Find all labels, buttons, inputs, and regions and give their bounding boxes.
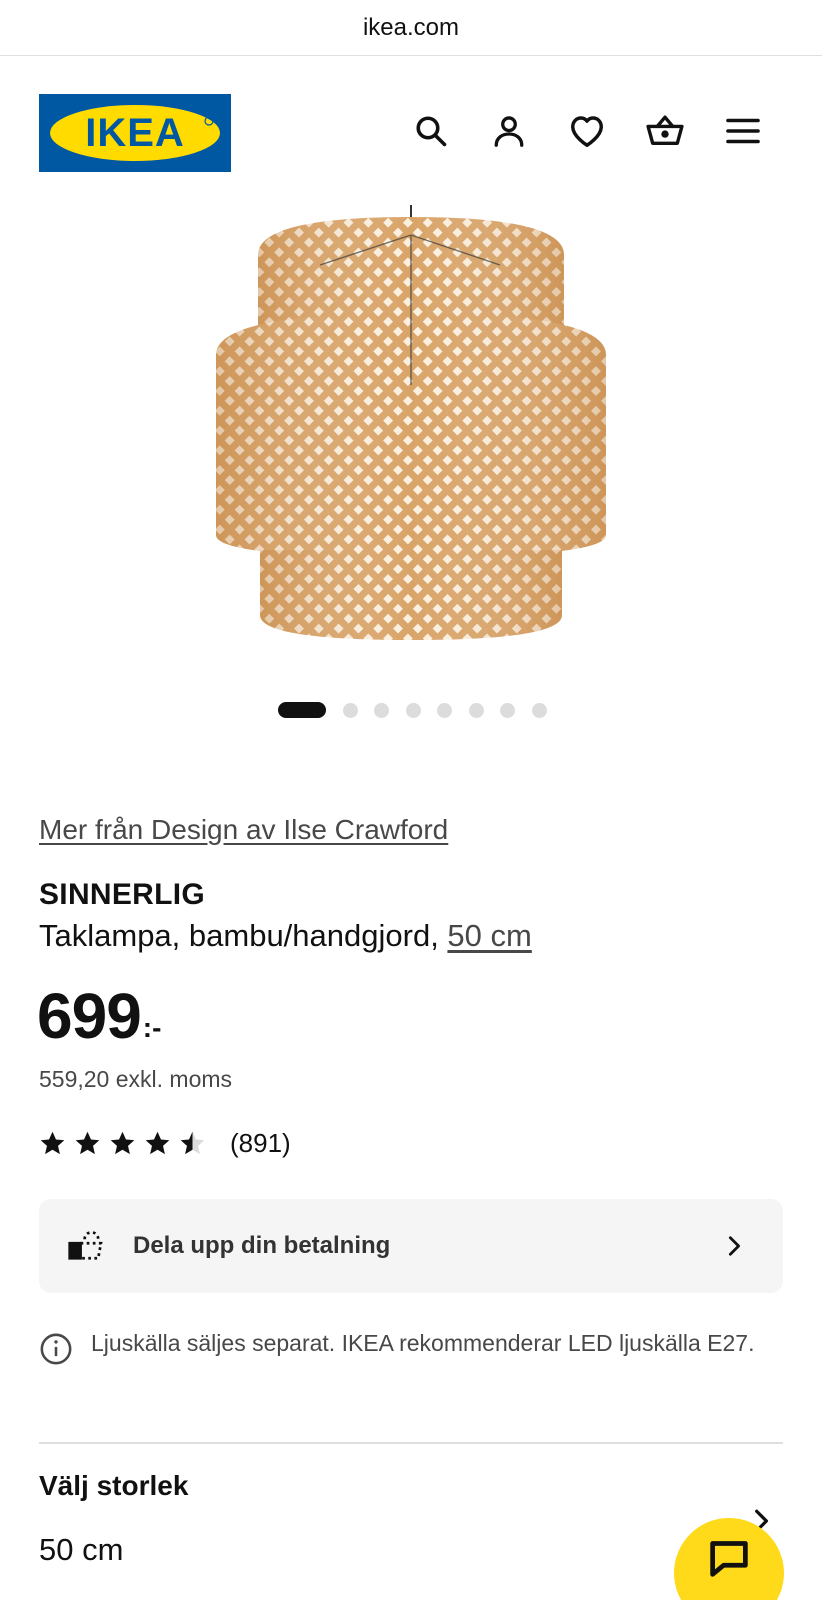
carousel-dot[interactable] bbox=[374, 702, 389, 718]
profile-icon[interactable] bbox=[486, 108, 532, 154]
size-selector-value[interactable]: 50 cm bbox=[39, 1532, 123, 1568]
info-icon bbox=[40, 1333, 72, 1365]
carousel-dot[interactable] bbox=[342, 702, 358, 718]
rating-count: (891) bbox=[230, 1128, 291, 1158]
carousel-dot[interactable] bbox=[500, 702, 515, 718]
product-description-text: Taklampa, bambu/handgjord, bbox=[39, 918, 448, 953]
carousel-dot[interactable] bbox=[437, 702, 452, 718]
logo-text: IKEA bbox=[85, 111, 185, 155]
product-description: Taklampa, bambu/handgjord, 50 cm bbox=[39, 918, 532, 954]
browser-url-bar[interactable]: ikea.com bbox=[0, 0, 822, 56]
heart-icon[interactable] bbox=[564, 108, 610, 154]
product-image[interactable] bbox=[200, 205, 620, 665]
carousel-dot-active[interactable] bbox=[278, 702, 326, 718]
menu-icon[interactable] bbox=[720, 108, 766, 154]
search-icon[interactable] bbox=[408, 108, 454, 154]
info-text: Ljuskälla säljes separat. IKEA rekommend… bbox=[91, 1330, 755, 1356]
star-full-icon bbox=[110, 1131, 135, 1155]
split-payment-button[interactable]: Dela upp din betalning bbox=[39, 1199, 783, 1293]
size-selector-title[interactable]: Välj storlek bbox=[39, 1470, 188, 1502]
ikea-logo[interactable]: IKEA bbox=[39, 94, 231, 172]
product-rating[interactable]: (891) bbox=[39, 1128, 291, 1159]
designer-link[interactable]: Mer från Design av Ilse Crawford bbox=[39, 814, 448, 846]
star-half-icon bbox=[180, 1131, 205, 1155]
chevron-right-icon bbox=[728, 1236, 740, 1256]
carousel-dot[interactable] bbox=[531, 702, 547, 718]
divider bbox=[39, 1442, 783, 1444]
carousel-dot[interactable] bbox=[405, 702, 421, 718]
header-actions bbox=[408, 108, 766, 154]
price-suffix: :- bbox=[142, 1012, 162, 1043]
star-full-icon bbox=[75, 1131, 100, 1155]
image-carousel-dots bbox=[278, 702, 563, 718]
star-full-icon bbox=[40, 1131, 65, 1155]
price-amount: 699 bbox=[37, 980, 142, 1052]
basket-icon[interactable] bbox=[642, 108, 688, 154]
star-full-icon bbox=[145, 1131, 170, 1155]
carousel-dot[interactable] bbox=[468, 702, 484, 718]
chat-icon bbox=[710, 1541, 748, 1577]
split-payment-icon bbox=[68, 1231, 103, 1260]
url-text: ikea.com bbox=[362, 13, 460, 41]
size-link[interactable]: 50 cm bbox=[447, 918, 531, 953]
price: 699 :- bbox=[37, 984, 161, 1048]
product-name: SINNERLIG bbox=[39, 878, 206, 911]
price-excl-vat: 559,20 exkl. moms bbox=[39, 1066, 233, 1092]
split-payment-label: Dela upp din betalning bbox=[133, 1232, 391, 1259]
light-source-info: Ljuskälla säljes separat. IKEA rekommend… bbox=[39, 1326, 783, 1366]
